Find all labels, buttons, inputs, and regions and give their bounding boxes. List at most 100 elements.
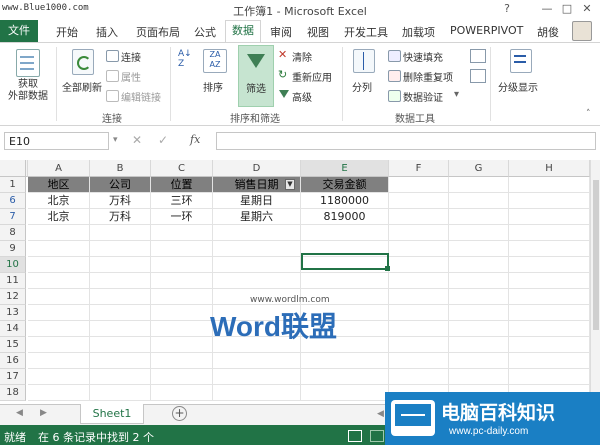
enter-icon[interactable]: ✓ (158, 133, 168, 147)
cell-f10[interactable] (389, 257, 449, 273)
cell-h6[interactable] (509, 193, 590, 209)
column-header-g[interactable]: G (449, 160, 509, 177)
cell-f15[interactable] (389, 337, 449, 353)
cell-b15[interactable] (90, 337, 151, 353)
cell-h13[interactable] (509, 305, 590, 321)
cell-a8[interactable] (28, 225, 90, 241)
close-button[interactable]: ✕ (580, 2, 594, 15)
cell-g9[interactable] (449, 241, 509, 257)
cell-c9[interactable] (151, 241, 213, 257)
row-header-7[interactable]: 7 (0, 209, 26, 225)
cell-b18[interactable] (90, 385, 151, 401)
row-header-15[interactable]: 15 (0, 337, 26, 353)
tab-page-layout[interactable]: 页面布局 (136, 24, 180, 40)
cell-b6[interactable]: 万科 (90, 193, 151, 209)
cell-f11[interactable] (389, 273, 449, 289)
cell-f14[interactable] (389, 321, 449, 337)
cell-b11[interactable] (90, 273, 151, 289)
cell-a9[interactable] (28, 241, 90, 257)
cell-h17[interactable] (509, 369, 590, 385)
cell-c7[interactable]: 一环 (151, 209, 213, 225)
cell-b16[interactable] (90, 353, 151, 369)
cell-c18[interactable] (151, 385, 213, 401)
tab-developer[interactable]: 开发工具 (344, 24, 388, 40)
cell-g12[interactable] (449, 289, 509, 305)
cell-e16[interactable] (301, 353, 389, 369)
cell-b9[interactable] (90, 241, 151, 257)
cell-b12[interactable] (90, 289, 151, 305)
cell-b10[interactable] (90, 257, 151, 273)
prev-sheet-icon[interactable]: ◀ (16, 408, 23, 418)
row-header-10[interactable]: 10 (0, 257, 26, 273)
cancel-icon[interactable]: ✕ (132, 133, 142, 147)
scroll-left-icon[interactable]: ◀ (377, 409, 384, 419)
cell-h14[interactable] (509, 321, 590, 337)
cell-c1[interactable]: 位置 (151, 177, 213, 193)
help-button[interactable]: ? (500, 2, 514, 15)
cell-b7[interactable]: 万科 (90, 209, 151, 225)
tab-review[interactable]: 审阅 (270, 24, 292, 40)
cell-f9[interactable] (389, 241, 449, 257)
column-header-h[interactable]: H (509, 160, 590, 177)
cell-a7[interactable]: 北京 (28, 209, 90, 225)
column-header-b[interactable]: B (90, 160, 151, 177)
cell-f12[interactable] (389, 289, 449, 305)
cell-e7[interactable]: 819000 (301, 209, 389, 225)
cell-f17[interactable] (389, 369, 449, 385)
column-header-f[interactable]: F (389, 160, 449, 177)
row-header-9[interactable]: 9 (0, 241, 26, 257)
cell-g11[interactable] (449, 273, 509, 289)
cell-b14[interactable] (90, 321, 151, 337)
cell-f6[interactable] (389, 193, 449, 209)
cell-h7[interactable] (509, 209, 590, 225)
cell-g13[interactable] (449, 305, 509, 321)
cell-d7[interactable]: 星期六 (213, 209, 301, 225)
row-header-1[interactable]: 1 (0, 177, 26, 193)
cell-a11[interactable] (28, 273, 90, 289)
cell-b8[interactable] (90, 225, 151, 241)
restore-button[interactable]: □ (560, 2, 574, 15)
cell-f16[interactable] (389, 353, 449, 369)
next-sheet-icon[interactable]: ▶ (40, 408, 47, 418)
sort-button[interactable]: ZA AZ 排序 (200, 49, 230, 109)
filter-button[interactable]: 筛选 (238, 45, 274, 107)
select-all-corner[interactable] (0, 160, 26, 177)
cell-g6[interactable] (449, 193, 509, 209)
column-header-e[interactable]: E (301, 160, 389, 177)
collapse-ribbon-icon[interactable]: ˄ (586, 109, 591, 119)
cell-c6[interactable]: 三环 (151, 193, 213, 209)
name-box-chevron-icon[interactable]: ▾ (113, 135, 118, 145)
scrollbar-thumb[interactable] (593, 180, 599, 330)
cell-h15[interactable] (509, 337, 590, 353)
name-box[interactable]: E10 (4, 132, 109, 150)
cell-e11[interactable] (301, 273, 389, 289)
cell-c8[interactable] (151, 225, 213, 241)
cell-a17[interactable] (28, 369, 90, 385)
cell-d18[interactable] (213, 385, 301, 401)
insert-function-icon[interactable]: fx (190, 133, 200, 146)
cell-c12[interactable] (151, 289, 213, 305)
cell-c10[interactable] (151, 257, 213, 273)
row-header-17[interactable]: 17 (0, 369, 26, 385)
cell-h16[interactable] (509, 353, 590, 369)
cell-e6[interactable]: 1180000 (301, 193, 389, 209)
cell-h10[interactable] (509, 257, 590, 273)
row-header-14[interactable]: 14 (0, 321, 26, 337)
cell-g1[interactable] (449, 177, 509, 193)
cell-c11[interactable] (151, 273, 213, 289)
cell-h1[interactable] (509, 177, 590, 193)
tab-data[interactable]: 数据 (225, 20, 261, 42)
cell-d16[interactable] (213, 353, 301, 369)
avatar[interactable] (572, 21, 592, 41)
column-header-d[interactable]: D (213, 160, 301, 177)
filter-dropdown-icon[interactable]: ▼ (285, 179, 295, 190)
tab-file[interactable]: 文件 (0, 20, 38, 42)
column-header-a[interactable]: A (28, 160, 90, 177)
formula-input[interactable] (216, 132, 596, 150)
minimize-button[interactable]: — (540, 2, 554, 15)
outline-button[interactable]: 分级显示 (496, 49, 546, 109)
cell-f1[interactable] (389, 177, 449, 193)
cell-d8[interactable] (213, 225, 301, 241)
cell-c15[interactable] (151, 337, 213, 353)
tab-formulas[interactable]: 公式 (194, 24, 216, 40)
